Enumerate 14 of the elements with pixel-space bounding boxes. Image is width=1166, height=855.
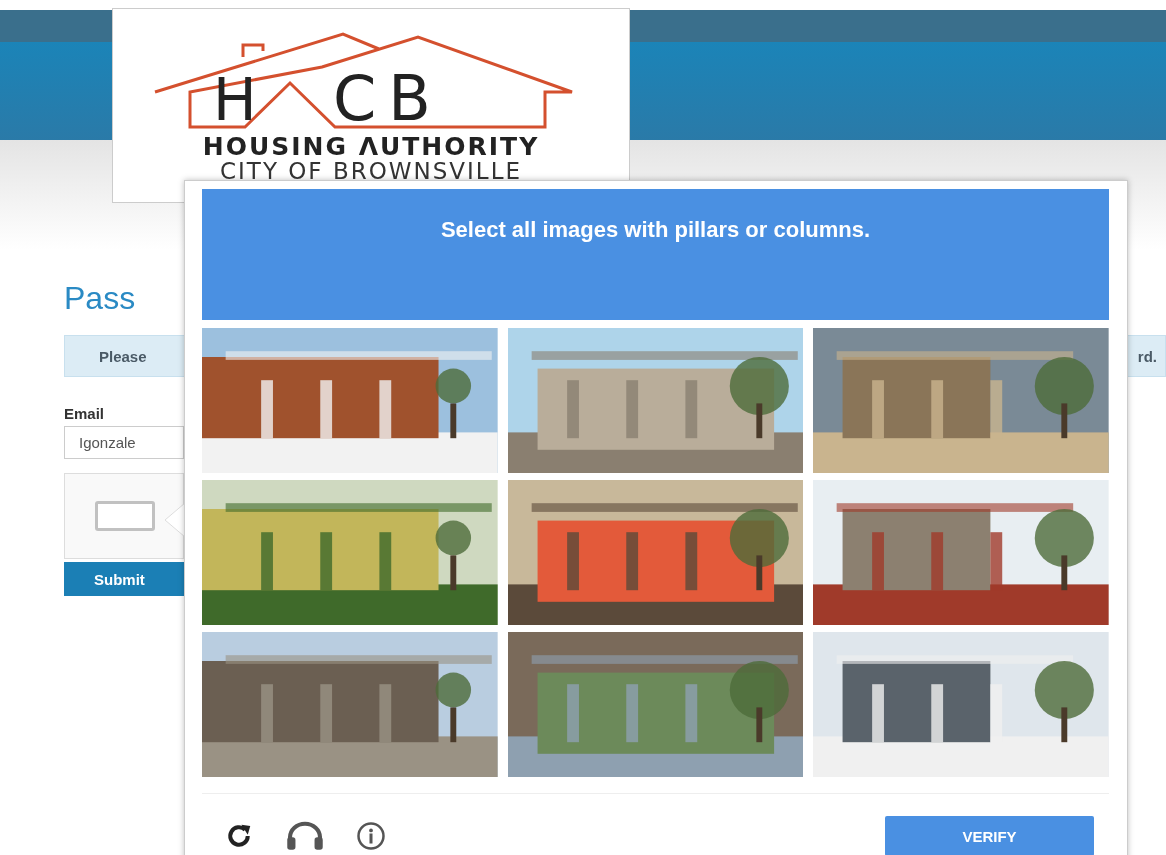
email-field[interactable]: Igonzale	[64, 426, 184, 459]
logo-title: HOUSING ΛUTHORITY	[202, 132, 540, 161]
info-icon[interactable]	[356, 821, 386, 851]
logo-subtitle: CITY OF BROWNSVILLE	[220, 158, 522, 184]
captcha-checkbox[interactable]	[95, 501, 155, 531]
verify-button[interactable]: VERIFY	[885, 816, 1094, 855]
logo-letters: CB	[333, 62, 443, 135]
alert-text: Please	[99, 347, 147, 365]
instruction-text: Select all images with pillars or columns.	[440, 217, 871, 244]
email-label: Email	[64, 405, 105, 422]
submit-button[interactable]: Submit	[64, 562, 184, 596]
alert-text: rd.	[1137, 347, 1157, 365]
page-title: Pass	[64, 280, 136, 317]
logo-letters: H	[213, 66, 257, 134]
